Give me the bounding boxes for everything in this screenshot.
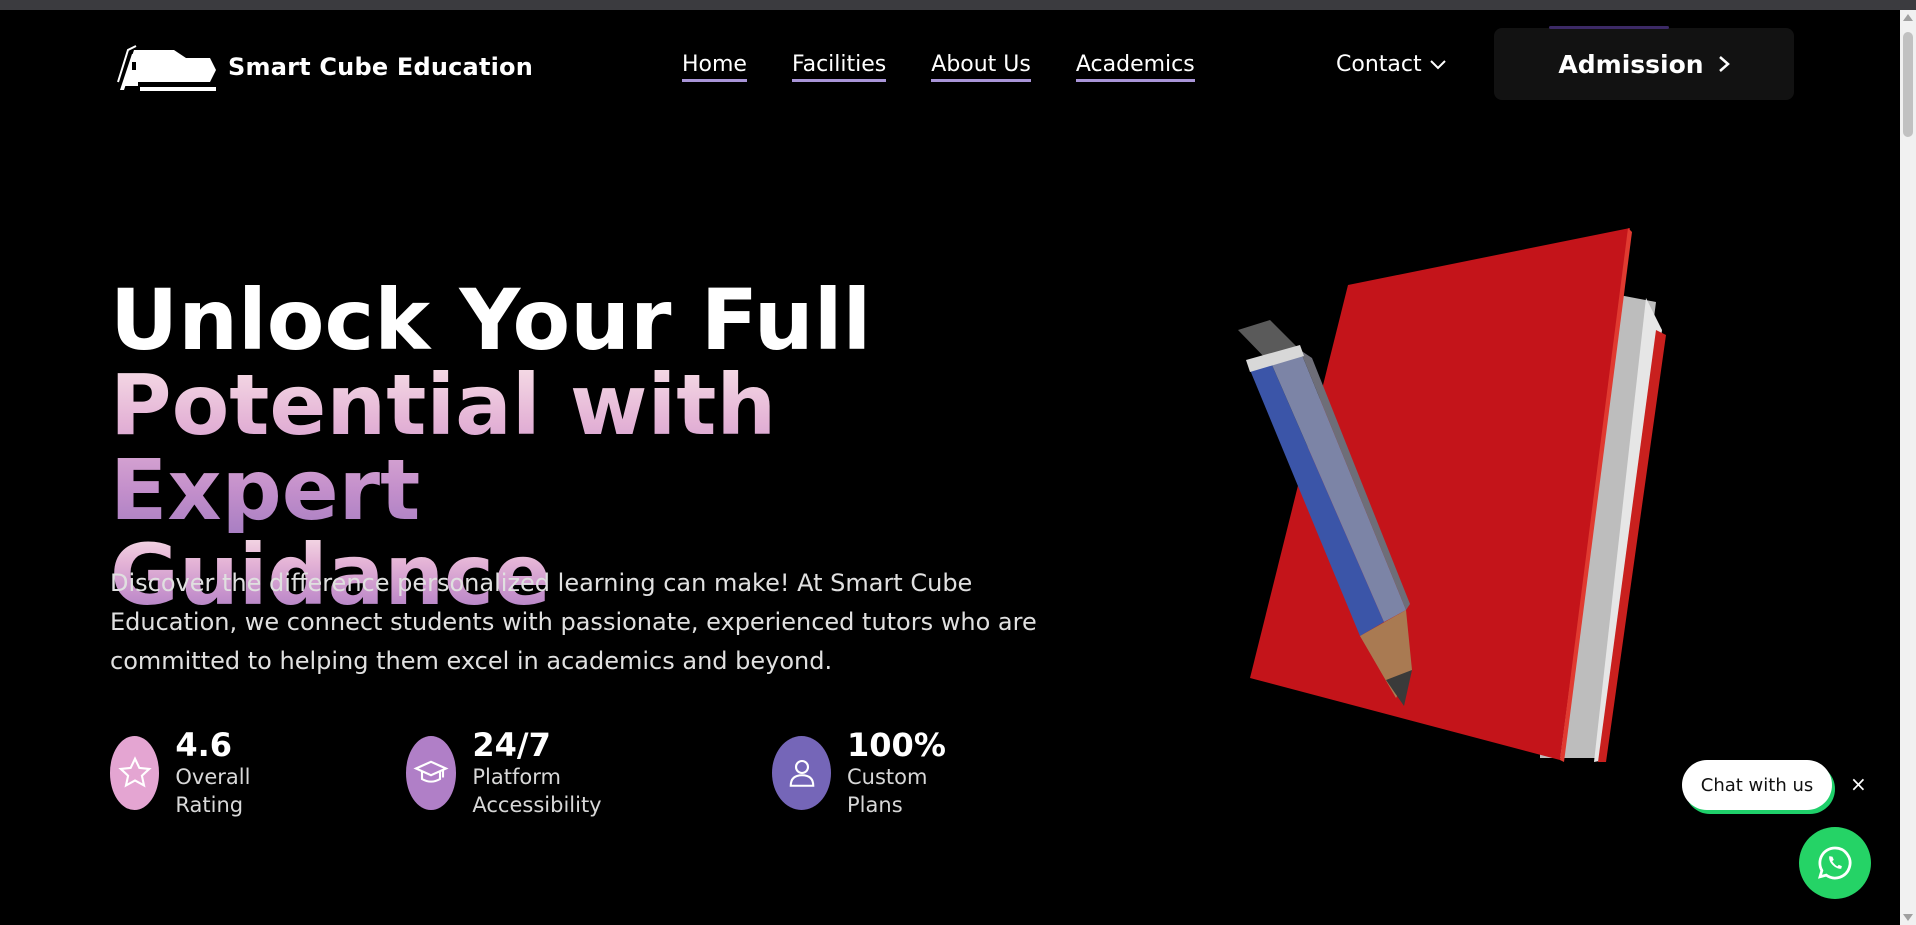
contact-dropdown[interactable]: Contact <box>1336 52 1446 77</box>
whatsapp-button[interactable] <box>1799 827 1871 899</box>
chevron-right-icon <box>1718 56 1730 72</box>
browser-top-strip <box>0 0 1916 10</box>
book-and-pencil-illustration <box>1238 228 1666 762</box>
stat-rating-text: 4.6 Overall Rating <box>175 727 275 819</box>
stat-custom-plans: 100% Custom Plans <box>772 727 961 819</box>
graduation-cap-icon <box>413 760 449 783</box>
user-icon <box>789 759 814 787</box>
contact-label: Contact <box>1336 52 1422 77</box>
stat-rating-value: 4.6 <box>175 726 233 764</box>
brand-logo[interactable]: Smart Cube Education <box>114 42 533 92</box>
main-nav: Home Facilities About Us Academics <box>682 52 1195 82</box>
stat-accessibility-label: Platform Accessibility <box>472 765 602 817</box>
stat-custom-plans-badge <box>772 736 832 810</box>
stat-rating: 4.6 Overall Rating <box>110 727 275 819</box>
hero-title-line-2: Potential with Expert <box>110 363 1010 533</box>
page-scrollbar[interactable] <box>1900 10 1916 925</box>
chevron-down-icon <box>1429 59 1446 69</box>
admission-label: Admission <box>1558 49 1704 79</box>
brand-name: Smart Cube Education <box>228 53 534 81</box>
chat-close-icon[interactable]: × <box>1850 772 1867 796</box>
stat-custom-plans-text: 100% Custom Plans <box>847 727 961 819</box>
nav-link-academics[interactable]: Academics <box>1075 52 1195 82</box>
star-icon <box>118 756 152 788</box>
scroll-down-arrow-icon[interactable] <box>1903 914 1913 921</box>
stat-accessibility: 24/7 Platform Accessibility <box>406 727 625 819</box>
stat-custom-plans-value: 100% <box>847 726 946 764</box>
nav-link-home[interactable]: Home <box>682 52 747 82</box>
nav-link-facilities[interactable]: Facilities <box>791 52 887 82</box>
admission-button[interactable]: Admission <box>1494 26 1794 100</box>
hero-description: Discover the difference personalized lea… <box>110 569 1037 675</box>
admission-accent-bar <box>1549 26 1669 29</box>
stat-accessibility-text: 24/7 Platform Accessibility <box>472 727 625 819</box>
logo-stacked-books-icon <box>117 45 216 91</box>
whatsapp-icon <box>1817 846 1852 880</box>
stat-rating-badge <box>110 736 160 810</box>
scrollbar-thumb[interactable] <box>1903 32 1913 137</box>
hero-title-line-1: Unlock Your Full <box>110 271 872 369</box>
stat-accessibility-value: 24/7 <box>472 726 551 764</box>
chat-with-us-bubble[interactable]: Chat with us <box>1682 760 1832 810</box>
stat-rating-label: Overall Rating <box>175 765 251 817</box>
scroll-up-arrow-icon[interactable] <box>1903 14 1913 21</box>
stat-custom-plans-label: Custom Plans <box>847 765 928 817</box>
nav-link-about-us[interactable]: About Us <box>931 52 1031 82</box>
stat-accessibility-badge <box>406 736 457 810</box>
